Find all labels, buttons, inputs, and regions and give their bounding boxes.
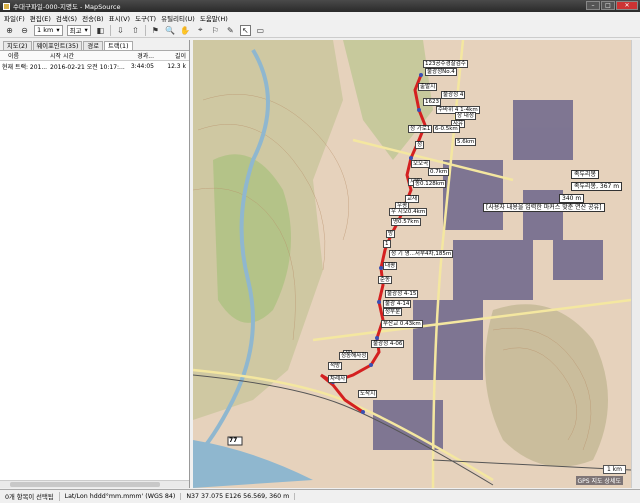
map-label[interactable]: 출발지 [418, 83, 438, 91]
toolbar-separator [109, 24, 111, 36]
map-label[interactable]: 석방 [328, 362, 343, 370]
map-label[interactable]: 1 [383, 240, 391, 248]
maximize-button[interactable]: □ [601, 1, 615, 10]
detail-select[interactable]: 최고 ▾ [66, 24, 91, 36]
zoom-out-icon[interactable]: ⊖ [19, 25, 30, 36]
map-label[interactable]: 순동 [378, 276, 393, 284]
selection-tool-icon[interactable]: ⌖ [195, 25, 206, 36]
window-controls: – □ ✕ [586, 1, 638, 10]
map-label[interactable]: 명0.57km [391, 218, 421, 226]
tab-waypoints[interactable]: 웨이포인트(35) [32, 41, 83, 50]
zoom-in-icon[interactable]: ⊕ [4, 25, 15, 36]
map-label[interactable]: 불광정 4-15 [385, 290, 419, 298]
toolbar: ⊕ ⊖ 1 km ▾ 최고 ▾ ◧ ⇩ ⇧ ⚑ 🔍 ✋ ⌖ ⚐ ✎ ↖ ▭ [0, 23, 640, 38]
window-title: 수대구파일-000-지명도 - MapSource [13, 3, 121, 11]
column-length[interactable]: 길이 [156, 51, 186, 60]
poi-label[interactable]: 족두리봉 [571, 170, 600, 179]
track-length: 12.3 k [167, 62, 186, 70]
map-label[interactable]: 도착지 [358, 390, 378, 398]
menu-utilities[interactable]: 유틸리티(U) [161, 13, 195, 23]
map-label[interactable]: 불광정 4 [441, 91, 466, 99]
menu-help[interactable]: 도움말(H) [200, 13, 228, 23]
gps-detail-note: GPS 지도 상세도 [575, 476, 623, 485]
detail-value: 최고 [69, 27, 82, 35]
measure-tool-icon[interactable]: ▭ [255, 25, 266, 36]
app-icon [3, 2, 10, 10]
map-label[interactable]: 불광정No.4 [425, 68, 457, 76]
map-label[interactable]: 123공수경찰검수 [423, 60, 468, 68]
map-label[interactable]: 부산교 0.43km [381, 320, 423, 328]
map-label[interactable]: 1623 [423, 98, 441, 106]
zoom-tool-icon[interactable]: 🔍 [165, 25, 176, 36]
track-elapsed: 3:44:05 [130, 62, 154, 70]
menu-tools[interactable]: 도구(T) [135, 13, 156, 23]
map-view[interactable]: 123공수경찰검수 불광정No.4 출발지 불광정 4 수바위 4 1-4km … [193, 40, 631, 488]
map-label[interactable]: 상 내성 [455, 112, 476, 120]
column-start-time[interactable]: 시작 시간 [50, 51, 126, 60]
tab-maps[interactable]: 지도(2) [3, 41, 32, 50]
tab-tracks[interactable]: 트랙(1) [104, 41, 133, 50]
hand-tool-icon[interactable]: ✋ [180, 25, 191, 36]
map-scale: 1 km [602, 465, 626, 474]
track-list-header: 이름 시작 시간 경과... 길이 [0, 51, 189, 61]
map-label[interactable]: 불광정 4-06 [371, 340, 405, 348]
menu-view[interactable]: 표시(V) [109, 13, 130, 23]
track-start: 2016-02-21 오전 10:17:... [50, 63, 125, 71]
toolbar-separator [144, 24, 146, 36]
menu-file[interactable]: 파일(F) [4, 13, 25, 23]
pointer-tool-icon[interactable]: ↖ [239, 24, 251, 36]
scrollbar-thumb[interactable] [10, 482, 160, 487]
status-format: Lat/Lon hddd°mm.mmm' (WGS 84) [60, 493, 182, 500]
send-to-device-icon[interactable]: ⇧ [130, 25, 141, 36]
status-coords: N37 37.075 E126 56.569, 360 m [181, 493, 296, 500]
waypoint-tool-icon[interactable]: ⚑ [150, 25, 161, 36]
chevron-down-icon: ▾ [56, 26, 60, 34]
column-name[interactable]: 이름 [0, 51, 50, 60]
left-panel: 지도(2) 웨이포인트(35) 경로 트랙(1) 이름 시작 시간 경과... … [0, 40, 190, 488]
road-number-badge: 77 [229, 437, 238, 444]
panel-tabs: 지도(2) 웨이포인트(35) 경로 트랙(1) [0, 40, 189, 51]
map-label[interactable]: 6-0.5km [433, 125, 460, 133]
map-label[interactable]: 대평 [383, 262, 398, 270]
scale-select[interactable]: 1 km ▾ [34, 24, 63, 36]
status-selected: 0개 항목이 선택됨 [0, 492, 60, 501]
chevron-down-icon: ▾ [84, 26, 88, 34]
map-vertical-scrollbar[interactable] [631, 40, 640, 488]
table-row[interactable]: 현재 트랙: 201... 2016-02-21 오전 10:17:... 3:… [0, 61, 189, 71]
status-bar: 0개 항목이 선택됨 Lat/Lon hddd°mm.mmm' (WGS 84)… [0, 489, 640, 503]
map-label[interactable]: 우 시오0.4km [389, 208, 428, 216]
poi-label[interactable]: 족두리봉, 367 m [571, 182, 623, 191]
map-label[interactable]: 정 가로1 [408, 125, 433, 133]
track-tool-icon[interactable]: ✎ [225, 25, 236, 36]
map-label[interactable]: 차례자 [328, 375, 348, 383]
map-label[interactable]: 방 [386, 230, 396, 238]
menu-bar: 파일(F) 편집(E) 검색(S) 전송(B) 표시(V) 도구(T) 유틸리티… [0, 12, 640, 23]
scale-value: 1 km [37, 26, 54, 34]
close-button[interactable]: ✕ [616, 1, 638, 10]
menu-transfer[interactable]: 전송(B) [82, 13, 104, 23]
map-label[interactable]: 동0.128km [413, 180, 447, 188]
map-label[interactable]: 5.6km [455, 138, 477, 146]
poi-label[interactable]: 340 m [559, 194, 585, 203]
map-label[interactable]: 불광 4-14 [383, 300, 412, 308]
route-tool-icon[interactable]: ⚐ [210, 25, 221, 36]
track-name: 현재 트랙: 201... [2, 63, 48, 71]
map-previous-icon[interactable]: ◧ [95, 25, 106, 36]
menu-find[interactable]: 검색(S) [56, 13, 77, 23]
menu-edit[interactable]: 편집(E) [30, 13, 51, 23]
map-label[interactable]: 성 기 영...서부4차,185m [389, 250, 454, 258]
map-label[interactable]: 정동해자정 [339, 352, 369, 360]
horizontal-scrollbar[interactable] [0, 480, 189, 488]
map-label[interactable]: 오오곡 [411, 160, 431, 168]
receive-from-device-icon[interactable]: ⇩ [115, 25, 126, 36]
map-canvas [193, 40, 631, 488]
poi-label[interactable]: [사용자 내용을 입력한 마커스 맞춘 연산 공유] [483, 203, 605, 212]
map-label[interactable]: 정 [415, 141, 425, 149]
map-label[interactable]: 0.7km [428, 168, 450, 176]
map-label[interactable]: 성부분 [383, 308, 403, 316]
title-bar: 수대구파일-000-지명도 - MapSource – □ ✕ [0, 0, 640, 12]
column-elapsed[interactable]: 경과... [126, 51, 156, 60]
tab-routes[interactable]: 경로 [83, 41, 104, 50]
minimize-button[interactable]: – [586, 1, 600, 10]
